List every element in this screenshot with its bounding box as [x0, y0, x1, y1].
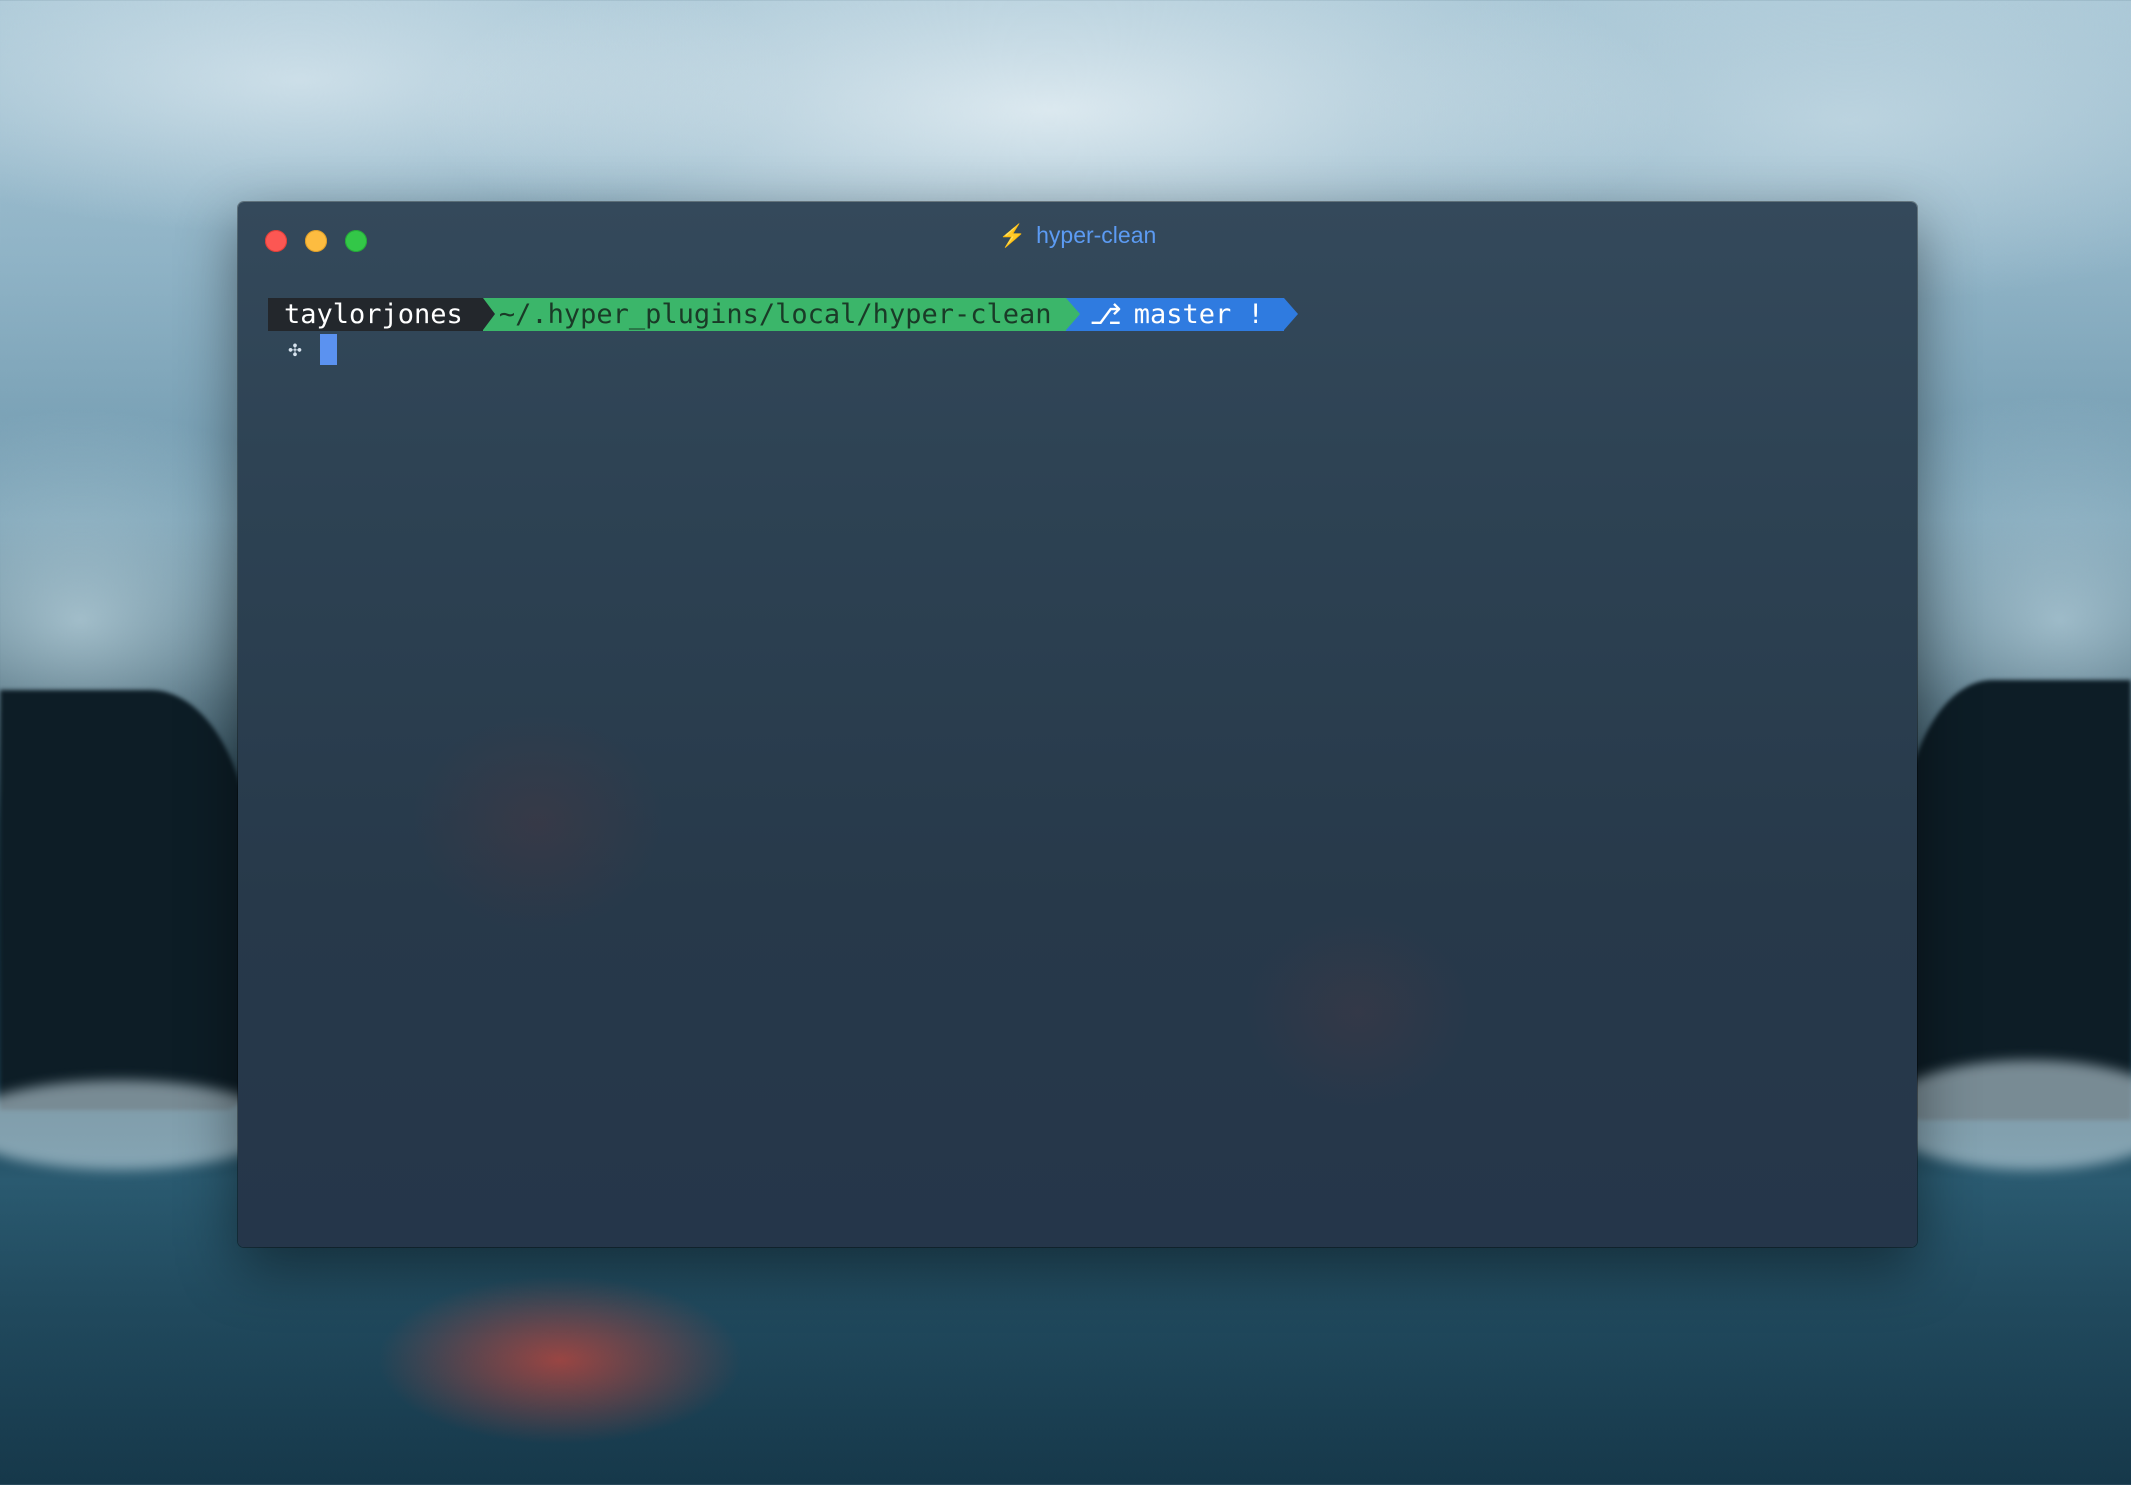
command-icon: ✣: [288, 336, 302, 362]
prompt-git-segment: ⎇ master !: [1065, 298, 1284, 331]
prompt-line: taylorjones ~/.hyper_plugins/local/hyper…: [268, 298, 1298, 331]
prompt-path: ~/.hyper_plugins/local/hyper-clean: [498, 299, 1052, 330]
title-bar[interactable]: ⚡ hyper-clean: [238, 202, 1917, 272]
window-title: ⚡ hyper-clean: [238, 222, 1917, 249]
terminal-pane[interactable]: taylorjones ~/.hyper_plugins/local/hyper…: [238, 272, 1917, 1247]
prompt-path-segment: ~/.hyper_plugins/local/hyper-clean: [482, 298, 1066, 331]
prompt-user: taylorjones: [284, 299, 463, 330]
prompt-git-branch: master !: [1133, 299, 1264, 330]
wallpaper-rock-left: [0, 690, 250, 1110]
prompt-end-arrow: [1283, 298, 1298, 330]
lightning-bolt-icon: ⚡: [998, 223, 1027, 248]
wallpaper-rock-right: [1900, 680, 2131, 1120]
input-line[interactable]: ✣: [284, 332, 337, 366]
text-cursor: [320, 333, 337, 365]
window-title-text: hyper-clean: [1036, 222, 1157, 248]
terminal-window: ⚡ hyper-clean taylorjones ~/.hyper_plugin…: [238, 202, 1917, 1247]
prompt-user-segment: taylorjones: [268, 298, 483, 331]
git-branch-icon: ⎇: [1089, 298, 1122, 331]
